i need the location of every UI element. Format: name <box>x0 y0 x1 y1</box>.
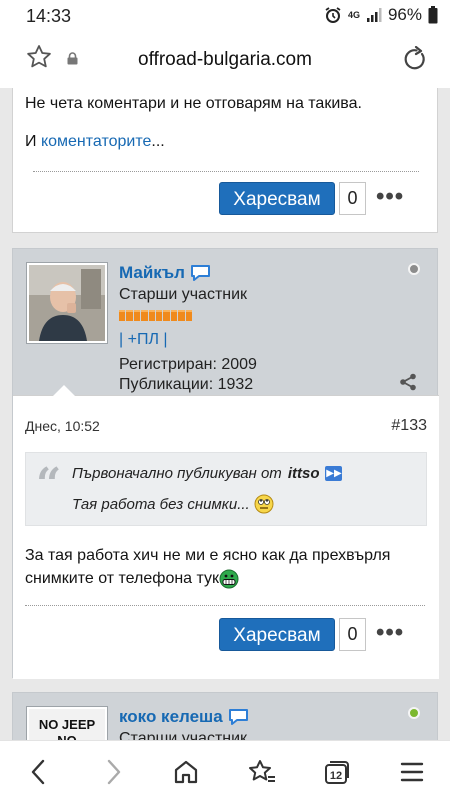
status-bar: 14:33 4G 96% <box>0 0 450 32</box>
previous-post-text: Не чета коментари и не отговарям на таки… <box>25 95 362 112</box>
browser-url-bar: offroad-bulgaria.com <box>0 32 450 88</box>
previous-post-signature: И коментаторите... <box>25 133 165 150</box>
alarm-icon <box>325 7 341 23</box>
quote-header: Първоначално публикуван от ittso ▶▶ <box>72 465 343 482</box>
browser-bottom-nav: 12 <box>0 740 450 800</box>
registered-date: Регистриран: 2009 <box>119 356 257 373</box>
chevron-left-icon <box>31 759 45 785</box>
grin-smiley-icon <box>219 569 239 589</box>
hamburger-menu-icon <box>400 762 424 782</box>
private-message-icon[interactable] <box>228 708 249 726</box>
more-options-button[interactable]: ••• <box>376 183 404 211</box>
back-button[interactable] <box>22 757 54 787</box>
chevron-right-icon <box>107 759 121 785</box>
reputation-bar <box>119 310 193 321</box>
tabs-button[interactable]: 12 <box>321 757 353 787</box>
divider <box>25 605 425 606</box>
quote-author: ittso <box>287 465 320 482</box>
avatar-photo <box>29 265 105 341</box>
post-card: NO JEEP NO коко келеша Старши участник <box>12 692 438 740</box>
quote-icon: “ <box>36 459 62 510</box>
quote-text: Тая работа без снимки... <box>72 494 274 514</box>
rolleyes-smiley-icon <box>254 494 274 514</box>
commentators-link[interactable]: коментаторите <box>41 133 151 150</box>
publications-count: Публикации: 1932 <box>119 376 254 393</box>
speech-arrow <box>53 385 75 396</box>
battery-percent: 96% <box>387 5 422 24</box>
user-links[interactable]: | +ПЛ | <box>119 331 168 349</box>
avatar-image: NO JEEP NO <box>29 709 105 740</box>
user-role: Старши участник <box>119 730 248 740</box>
previous-post-card: Не чета коментари и не отговарям на таки… <box>12 88 438 233</box>
avatar[interactable] <box>26 262 108 344</box>
like-button[interactable]: Харесвам <box>219 618 335 651</box>
online-status-icon <box>408 707 420 719</box>
more-options-button[interactable]: ••• <box>376 619 404 647</box>
share-icon[interactable] <box>399 373 417 391</box>
post-author[interactable]: коко келеша <box>119 707 249 727</box>
offline-status-icon <box>408 263 420 275</box>
home-button[interactable] <box>170 757 202 787</box>
post-message: За тая работа хич не ми е ясно как да пр… <box>25 547 391 589</box>
status-time: 14:33 <box>26 6 72 26</box>
like-count: 0 <box>339 182 366 215</box>
post-number-link[interactable]: #133 <box>391 417 427 435</box>
home-icon <box>174 760 198 784</box>
like-button[interactable]: Харесвам <box>219 182 335 215</box>
post-author[interactable]: Майкъл <box>119 263 211 283</box>
quote-block: “ Първоначално публикуван от ittso ▶▶ Та… <box>25 452 427 526</box>
signal-icon <box>366 8 382 22</box>
post-date: Днес, 10:52 <box>25 418 100 434</box>
avatar[interactable]: NO JEEP NO <box>26 706 108 740</box>
divider <box>33 171 419 172</box>
url-domain[interactable]: offroad-bulgaria.com <box>0 49 450 71</box>
bookmarks-button[interactable] <box>246 757 278 787</box>
user-role: Старши участник <box>119 286 248 303</box>
like-count: 0 <box>339 618 366 651</box>
network-type: 4G <box>347 10 360 20</box>
bookmarks-star-icon <box>249 760 275 782</box>
reload-icon[interactable] <box>402 46 428 72</box>
post-body: Днес, 10:52 #133 “ Първоначално публикув… <box>13 385 439 679</box>
menu-button[interactable] <box>396 757 428 787</box>
post-card: Майкъл Старши участник | +ПЛ | Регистрир… <box>12 248 439 679</box>
svg-text:12: 12 <box>330 770 342 782</box>
private-message-icon[interactable] <box>190 264 211 282</box>
view-post-icon[interactable]: ▶▶ <box>325 466 343 481</box>
page-content: Не чета коментари и не отговарям на таки… <box>0 88 450 740</box>
forward-button[interactable] <box>98 757 130 787</box>
tabs-icon: 12 <box>325 761 349 784</box>
battery-icon <box>428 6 438 24</box>
